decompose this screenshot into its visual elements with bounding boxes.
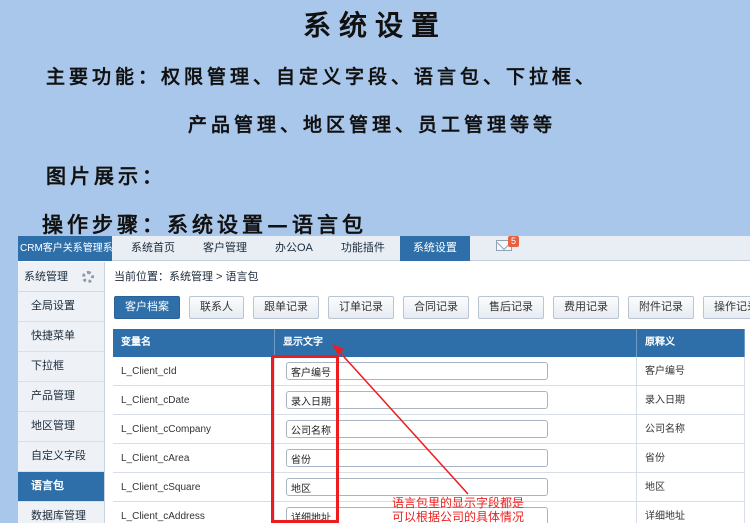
variable-name: L_Client_cCompany <box>113 415 275 443</box>
sidebar-item-global-settings[interactable]: 全局设置 <box>18 292 104 322</box>
tab-orders[interactable]: 订单记录 <box>328 296 394 319</box>
main-content: 当前位置：系统管理 > 语言包 客户档案 联系人 跟单记录 订单记录 合同记录 … <box>110 262 750 523</box>
sidebar-title: 系统管理 <box>24 271 68 283</box>
sidebar-item-products[interactable]: 产品管理 <box>18 382 104 412</box>
app-brand: CRM客户关系管理系统 <box>18 236 112 261</box>
gear-icon[interactable] <box>82 271 94 283</box>
column-header-variable: 变量名 <box>113 329 275 357</box>
original-meaning: 地区 <box>637 473 745 501</box>
nav-office-oa[interactable]: 办公OA <box>262 236 326 261</box>
variable-name: L_Client_cDate <box>113 386 275 414</box>
main-nav: 系统首页 客户管理 办公OA 功能插件 系统设置 <box>118 236 472 261</box>
tab-contracts[interactable]: 合同记录 <box>403 296 469 319</box>
highlight-box <box>271 355 339 523</box>
variable-name: L_Client_cArea <box>113 444 275 472</box>
tab-operation-log[interactable]: 操作记录 <box>703 296 750 319</box>
column-header-display-text: 显示文字 <box>275 329 637 357</box>
original-meaning: 录入日期 <box>637 386 745 414</box>
tab-contacts[interactable]: 联系人 <box>189 296 244 319</box>
sidebar-item-language-pack[interactable]: 语言包 <box>18 472 104 502</box>
top-nav-bar: CRM客户关系管理系统 系统首页 客户管理 办公OA 功能插件 系统设置 5 <box>18 236 750 261</box>
variable-name: L_Client_cAddress <box>113 502 275 523</box>
table-row: L_Client_cArea 省份 <box>113 444 745 473</box>
tab-attachments[interactable]: 附件记录 <box>628 296 694 319</box>
variable-name: L_Client_cId <box>113 357 275 385</box>
table-row: L_Client_cDate 录入日期 <box>113 386 745 415</box>
tab-expenses[interactable]: 费用记录 <box>553 296 619 319</box>
nav-settings[interactable]: 系统设置 <box>399 236 470 261</box>
slide-features-line2: 产品管理、地区管理、员工管理等等 <box>188 114 557 136</box>
sidebar-item-dropdowns[interactable]: 下拉框 <box>18 352 104 382</box>
slide-title: 系统设置 <box>302 9 447 42</box>
sidebar-item-database[interactable]: 数据库管理 <box>18 502 104 523</box>
sidebar-item-shortcut-menu[interactable]: 快捷菜单 <box>18 322 104 352</box>
nav-home[interactable]: 系统首页 <box>118 236 188 261</box>
nav-customers[interactable]: 客户管理 <box>190 236 260 261</box>
language-pack-table: 变量名 显示文字 原释义 L_Client_cId 客户编号 L_Client_… <box>113 329 745 523</box>
nav-plugins[interactable]: 功能插件 <box>328 236 398 261</box>
annotation-line2: 可以根据公司的具体情况 <box>391 510 524 523</box>
original-meaning: 客户编号 <box>637 357 745 385</box>
crm-app-window: CRM客户关系管理系统 系统首页 客户管理 办公OA 功能插件 系统设置 5 系… <box>18 236 750 523</box>
sidebar-header: 系统管理 <box>18 262 104 292</box>
tab-follow-up[interactable]: 跟单记录 <box>253 296 319 319</box>
tab-customer-profile[interactable]: 客户档案 <box>114 296 180 319</box>
sidebar-item-custom-fields[interactable]: 自定义字段 <box>18 442 104 472</box>
variable-name: L_Client_cSquare <box>113 473 275 501</box>
table-row: L_Client_cId 客户编号 <box>113 357 745 386</box>
original-meaning: 公司名称 <box>637 415 745 443</box>
annotation-note: 语言包里的显示字段都是 可以根据公司的具体情况 <box>368 496 548 523</box>
slide-features-line1: 主要功能：权限管理、自定义字段、语言包、下拉框、 <box>46 66 599 88</box>
table-row: L_Client_cCompany 公司名称 <box>113 415 745 444</box>
breadcrumb: 当前位置：系统管理 > 语言包 <box>114 271 259 283</box>
module-tabs: 客户档案 联系人 跟单记录 订单记录 合同记录 售后记录 费用记录 附件记录 操… <box>114 296 750 319</box>
slide-image-label: 图片展示： <box>46 164 166 188</box>
column-header-original: 原释义 <box>637 329 745 357</box>
tab-after-sales[interactable]: 售后记录 <box>478 296 544 319</box>
sidebar: 系统管理 全局设置 快捷菜单 下拉框 产品管理 地区管理 自定义字段 语言包 数… <box>18 262 105 523</box>
mail-count-badge: 5 <box>508 236 519 247</box>
table-header: 变量名 显示文字 原释义 <box>113 329 745 357</box>
original-meaning: 详细地址 <box>637 502 745 523</box>
sidebar-item-regions[interactable]: 地区管理 <box>18 412 104 442</box>
slide-steps: 操作步骤：系统设置—语言包 <box>42 212 367 237</box>
annotation-line1: 语言包里的显示字段都是 <box>391 496 524 510</box>
original-meaning: 省份 <box>637 444 745 472</box>
